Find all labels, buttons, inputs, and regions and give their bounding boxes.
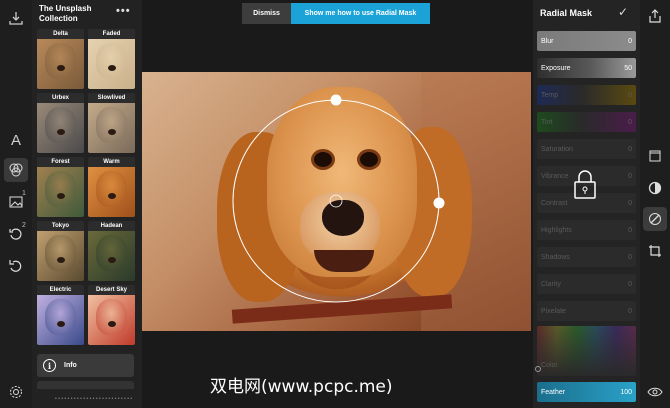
info-label: Info bbox=[64, 362, 77, 369]
slider-label: Temp bbox=[541, 91, 559, 99]
filter-thumb-hadean[interactable]: Hadean bbox=[88, 221, 135, 281]
filter-label: Delta bbox=[53, 31, 68, 37]
filter-label: Faded bbox=[102, 31, 121, 37]
filter-label: Desert Sky bbox=[95, 287, 128, 293]
image-badge: 1 bbox=[22, 190, 26, 197]
brush-icon[interactable] bbox=[643, 207, 667, 231]
filters-icon[interactable] bbox=[4, 158, 28, 182]
info-icon: i bbox=[43, 359, 56, 372]
slider-value: 50 bbox=[624, 64, 632, 72]
share-icon[interactable] bbox=[643, 4, 667, 28]
filter-thumb-faded[interactable]: Faded bbox=[88, 29, 135, 89]
panel-scroll-indicator bbox=[535, 366, 541, 372]
filter-thumb-warm[interactable]: Warm bbox=[88, 157, 135, 217]
slider-highlights[interactable]: Highlights 0 bbox=[537, 220, 636, 240]
slider-value: 0 bbox=[628, 118, 632, 126]
slider-label: Shadows bbox=[541, 253, 570, 261]
slider-color[interactable]: Color bbox=[537, 326, 636, 376]
slider-blur[interactable]: Blur 0 bbox=[537, 31, 636, 51]
text-icon[interactable]: A bbox=[4, 128, 28, 152]
filter-label: Urbex bbox=[51, 95, 69, 101]
slider-label: Saturation bbox=[541, 145, 573, 153]
filter-thumb-electric[interactable]: Electric bbox=[37, 285, 84, 345]
slider-shadows[interactable]: Shadows 0 bbox=[537, 247, 636, 267]
eye-icon[interactable] bbox=[643, 380, 667, 404]
slider-value: 100 bbox=[620, 388, 632, 396]
collection-title: The Unsplash Collection bbox=[39, 4, 92, 23]
filter-label: Electric bbox=[49, 287, 72, 293]
slider-label: Feather bbox=[541, 388, 566, 396]
slider-label: Blur bbox=[541, 37, 554, 45]
filter-thumb-desert-sky[interactable]: Desert Sky bbox=[88, 285, 135, 345]
settings-icon[interactable] bbox=[4, 380, 28, 404]
undo-icon[interactable] bbox=[4, 254, 28, 278]
slider-exposure[interactable]: Exposure 50 bbox=[537, 58, 636, 78]
slider-value: 0 bbox=[628, 91, 632, 99]
panel-title: Radial Mask bbox=[540, 8, 593, 18]
radial-mask-icon[interactable] bbox=[643, 176, 667, 200]
slider-tint[interactable]: Tint 0 bbox=[537, 112, 636, 132]
lock-icon bbox=[572, 168, 598, 200]
slider-value: 0 bbox=[628, 172, 632, 180]
info-button[interactable]: i Info bbox=[37, 354, 134, 377]
slider-value: 0 bbox=[628, 199, 632, 207]
download-icon[interactable] bbox=[4, 6, 28, 30]
slider-label: Vibrance bbox=[541, 172, 569, 180]
slider-value: 0 bbox=[628, 145, 632, 153]
slider-saturation[interactable]: Saturation 0 bbox=[537, 139, 636, 159]
slider-label: Exposure bbox=[541, 64, 571, 72]
filter-thumb-tokyo[interactable]: Tokyo bbox=[37, 221, 84, 281]
slider-value: 0 bbox=[628, 37, 632, 45]
filter-label: Warm bbox=[103, 159, 120, 165]
slider-value: 0 bbox=[628, 226, 632, 234]
filter-label: Tokyo bbox=[51, 223, 70, 229]
filter-thumb-delta[interactable]: Delta bbox=[37, 29, 84, 89]
crop-frame-icon[interactable] bbox=[643, 144, 667, 168]
crop-icon[interactable] bbox=[643, 239, 667, 263]
left-toolbar: A 1 2 bbox=[0, 0, 32, 408]
slider-clarity[interactable]: Clarity 0 bbox=[537, 274, 636, 294]
filter-thumb-slowlived[interactable]: Slowlived bbox=[88, 93, 135, 153]
slider-label: Clarity bbox=[541, 280, 561, 288]
filter-thumb-urbex[interactable]: Urbex bbox=[37, 93, 84, 153]
page-indicator: • • • • • • • • • • • • • • • • • • • • … bbox=[55, 396, 133, 402]
slider-label: Tint bbox=[541, 118, 553, 126]
slider-label: Pixelate bbox=[541, 307, 566, 315]
watermark: 双电网(www.pcpc.me) bbox=[210, 377, 393, 397]
show-me-how-button[interactable]: Show me how to use Radial Mask bbox=[291, 3, 430, 24]
slider-temp[interactable]: Temp 0 bbox=[537, 85, 636, 105]
slider-label: Highlights bbox=[541, 226, 572, 234]
more-options-icon[interactable]: ••• bbox=[116, 5, 131, 17]
dismiss-button[interactable]: Dismiss bbox=[242, 3, 291, 24]
filter-thumb-forest[interactable]: Forest bbox=[37, 157, 84, 217]
filter-label: Forest bbox=[51, 159, 70, 165]
right-toolbar bbox=[640, 0, 670, 408]
edited-photo[interactable] bbox=[142, 72, 531, 331]
history-badge: 2 bbox=[22, 222, 26, 229]
slider-pixelate[interactable]: Pixelate 0 bbox=[537, 301, 636, 321]
filter-label: Hadean bbox=[100, 223, 123, 229]
slider-value: 0 bbox=[628, 307, 632, 315]
check-icon[interactable]: ✓ bbox=[618, 5, 628, 19]
filter-label: Slowlived bbox=[97, 95, 126, 101]
slider-feather[interactable]: Feather 100 bbox=[537, 382, 636, 402]
secondary-panel-button[interactable] bbox=[37, 381, 134, 389]
slider-value: 0 bbox=[628, 280, 632, 288]
slider-label: Contrast bbox=[541, 199, 568, 207]
slider-label: Color bbox=[541, 362, 558, 369]
slider-value: 0 bbox=[628, 253, 632, 261]
